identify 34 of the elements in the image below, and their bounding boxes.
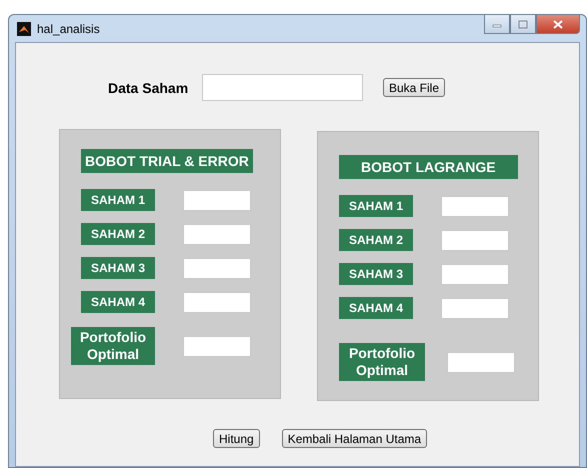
stock-field[interactable]	[441, 230, 509, 250]
stock-field[interactable]	[441, 196, 509, 216]
panel-title: BOBOT LAGRANGE	[339, 155, 518, 179]
open-file-button[interactable]: Buka File	[383, 78, 446, 97]
maximize-icon	[518, 20, 528, 28]
stock-field[interactable]	[183, 292, 251, 312]
close-icon	[553, 20, 563, 28]
result-field[interactable]	[183, 336, 251, 356]
result-label: Portofolio Optimal	[71, 327, 155, 365]
stock-field[interactable]	[183, 190, 251, 210]
stock-label: SAHAM 4	[81, 291, 155, 313]
maximize-button[interactable]	[510, 15, 536, 34]
stock-field[interactable]	[183, 224, 251, 244]
panel-title: BOBOT TRIAL & ERROR	[81, 149, 253, 173]
window-title: hal_analisis	[37, 22, 100, 36]
result-label: Portofolio Optimal	[339, 343, 425, 381]
stock-label: SAHAM 2	[81, 223, 155, 245]
data-field[interactable]	[202, 74, 363, 101]
stock-field[interactable]	[441, 298, 509, 318]
action-button[interactable]: Kembali Halaman Utama	[282, 429, 428, 448]
stock-label: SAHAM 4	[339, 297, 413, 319]
stock-label: SAHAM 2	[339, 229, 413, 251]
action-button[interactable]: Hitung	[213, 429, 260, 448]
result-field[interactable]	[447, 352, 515, 372]
app-logo-icon	[17, 22, 31, 36]
stock-label: SAHAM 3	[339, 263, 413, 285]
data-label: Data Saham	[108, 80, 190, 96]
stock-label: SAHAM 3	[81, 257, 155, 279]
minimize-button[interactable]	[484, 15, 510, 34]
stock-label: SAHAM 1	[339, 195, 413, 217]
close-button[interactable]	[536, 15, 580, 34]
stock-label: SAHAM 1	[81, 189, 155, 211]
stock-field[interactable]	[441, 264, 509, 284]
stock-field[interactable]	[183, 258, 251, 278]
